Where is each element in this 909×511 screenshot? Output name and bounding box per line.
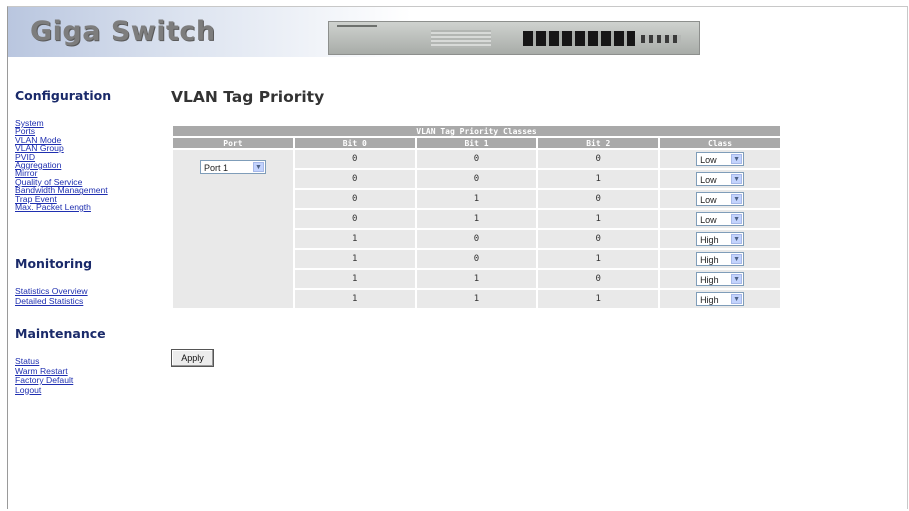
device-vent [431, 30, 491, 48]
col-header-bit2: Bit 2 [538, 138, 659, 148]
bit2-cell: 1 [538, 250, 659, 268]
class-select[interactable]: Low ▼ [696, 152, 745, 166]
class-cell: High ▼ [660, 270, 780, 288]
class-cell: Low ▼ [660, 210, 780, 228]
class-select[interactable]: High ▼ [696, 232, 745, 246]
class-select[interactable]: High ▼ [696, 272, 745, 286]
bit0-cell: 0 [294, 170, 415, 188]
class-cell: High ▼ [660, 290, 780, 308]
class-select[interactable]: Low ▼ [696, 212, 745, 226]
nav-link-vlan-group[interactable]: VLAN Group [15, 144, 175, 153]
chevron-down-icon: ▼ [731, 254, 743, 264]
nav-link-aggregation[interactable]: Aggregation [15, 161, 175, 170]
class-select-value: High [700, 255, 719, 265]
bit0-cell: 1 [294, 290, 415, 308]
device-label-mark [337, 25, 377, 27]
class-cell: High ▼ [660, 230, 780, 248]
class-select-value: High [700, 295, 719, 305]
bit0-cell: 0 [294, 150, 415, 168]
nav-section-maintenance: Maintenance Status Warm Restart Factory … [15, 326, 106, 394]
nav-link-max-packet[interactable]: Max. Packet Length [15, 203, 175, 212]
col-header-bit1: Bit 1 [416, 138, 537, 148]
header-banner: Giga Switch [8, 7, 905, 57]
nav-section-configuration: Configuration System Ports VLAN Mode VLA… [15, 88, 112, 212]
class-select-value: Low [700, 175, 717, 185]
bit2-cell: 0 [538, 270, 659, 288]
nav-link-logout[interactable]: Logout [15, 385, 175, 396]
chevron-down-icon: ▼ [731, 174, 743, 184]
bit2-cell: 0 [538, 230, 659, 248]
device-ports [523, 31, 635, 46]
nav-heading-monitoring: Monitoring [15, 256, 93, 271]
bit1-cell: 1 [416, 270, 537, 288]
col-header-port: Port [173, 138, 293, 148]
page-title: VLAN Tag Priority [171, 88, 325, 106]
bit1-cell: 1 [416, 210, 537, 228]
bit1-cell: 0 [416, 250, 537, 268]
chevron-down-icon: ▼ [731, 154, 743, 164]
col-header-class: Class [660, 138, 780, 148]
bit0-cell: 0 [294, 190, 415, 208]
nav-heading-maintenance: Maintenance [15, 326, 106, 341]
class-select[interactable]: Low ▼ [696, 192, 745, 206]
bit1-cell: 1 [416, 290, 537, 308]
class-cell: Low ▼ [660, 190, 780, 208]
bit2-cell: 1 [538, 290, 659, 308]
class-select-value: Low [700, 155, 717, 165]
priority-table: VLAN Tag Priority Classes Port Bit 0 Bit… [171, 124, 782, 310]
nav-link-detailed-statistics[interactable]: Detailed Statistics [15, 296, 175, 307]
nav-section-monitoring: Monitoring Statistics Overview Detailed … [15, 256, 93, 305]
bit1-cell: 0 [416, 170, 537, 188]
class-select[interactable]: Low ▼ [696, 172, 745, 186]
bit2-cell: 0 [538, 190, 659, 208]
bit0-cell: 1 [294, 250, 415, 268]
class-select[interactable]: High ▼ [696, 292, 745, 306]
bit1-cell: 0 [416, 230, 537, 248]
class-select-value: High [700, 235, 719, 245]
chevron-down-icon: ▼ [731, 214, 743, 224]
col-header-bit0: Bit 0 [294, 138, 415, 148]
class-cell: Low ▼ [660, 150, 780, 168]
port-cell: Port 1 ▼ [173, 150, 293, 308]
switch-device-image [328, 21, 700, 55]
bit0-cell: 1 [294, 230, 415, 248]
nav-heading-configuration: Configuration [15, 88, 112, 103]
class-cell: Low ▼ [660, 170, 780, 188]
class-select-value: Low [700, 195, 717, 205]
class-cell: High ▼ [660, 250, 780, 268]
bit1-cell: 0 [416, 150, 537, 168]
brand-logo: Giga Switch [30, 16, 216, 47]
bit2-cell: 1 [538, 210, 659, 228]
chevron-down-icon: ▼ [731, 194, 743, 204]
bit0-cell: 1 [294, 270, 415, 288]
bit2-cell: 1 [538, 170, 659, 188]
chevron-down-icon: ▼ [731, 274, 743, 284]
chevron-down-icon: ▼ [252, 162, 264, 172]
chevron-down-icon: ▼ [731, 234, 743, 244]
chevron-down-icon: ▼ [731, 294, 743, 304]
table-row: Port 1 ▼ 0 0 0 Low ▼ [173, 150, 780, 308]
class-select-value: High [700, 275, 719, 285]
device-uplink-ports [641, 35, 681, 43]
port-select[interactable]: Port 1 ▼ [199, 160, 266, 174]
port-select-value: Port 1 [203, 163, 228, 173]
table-caption: VLAN Tag Priority Classes [173, 126, 780, 136]
apply-button[interactable]: Apply [171, 349, 214, 367]
bit2-cell: 0 [538, 150, 659, 168]
nav-link-system[interactable]: System [15, 118, 175, 127]
class-select-value: Low [700, 215, 717, 225]
bit0-cell: 0 [294, 210, 415, 228]
bit1-cell: 1 [416, 190, 537, 208]
class-select[interactable]: High ▼ [696, 252, 745, 266]
